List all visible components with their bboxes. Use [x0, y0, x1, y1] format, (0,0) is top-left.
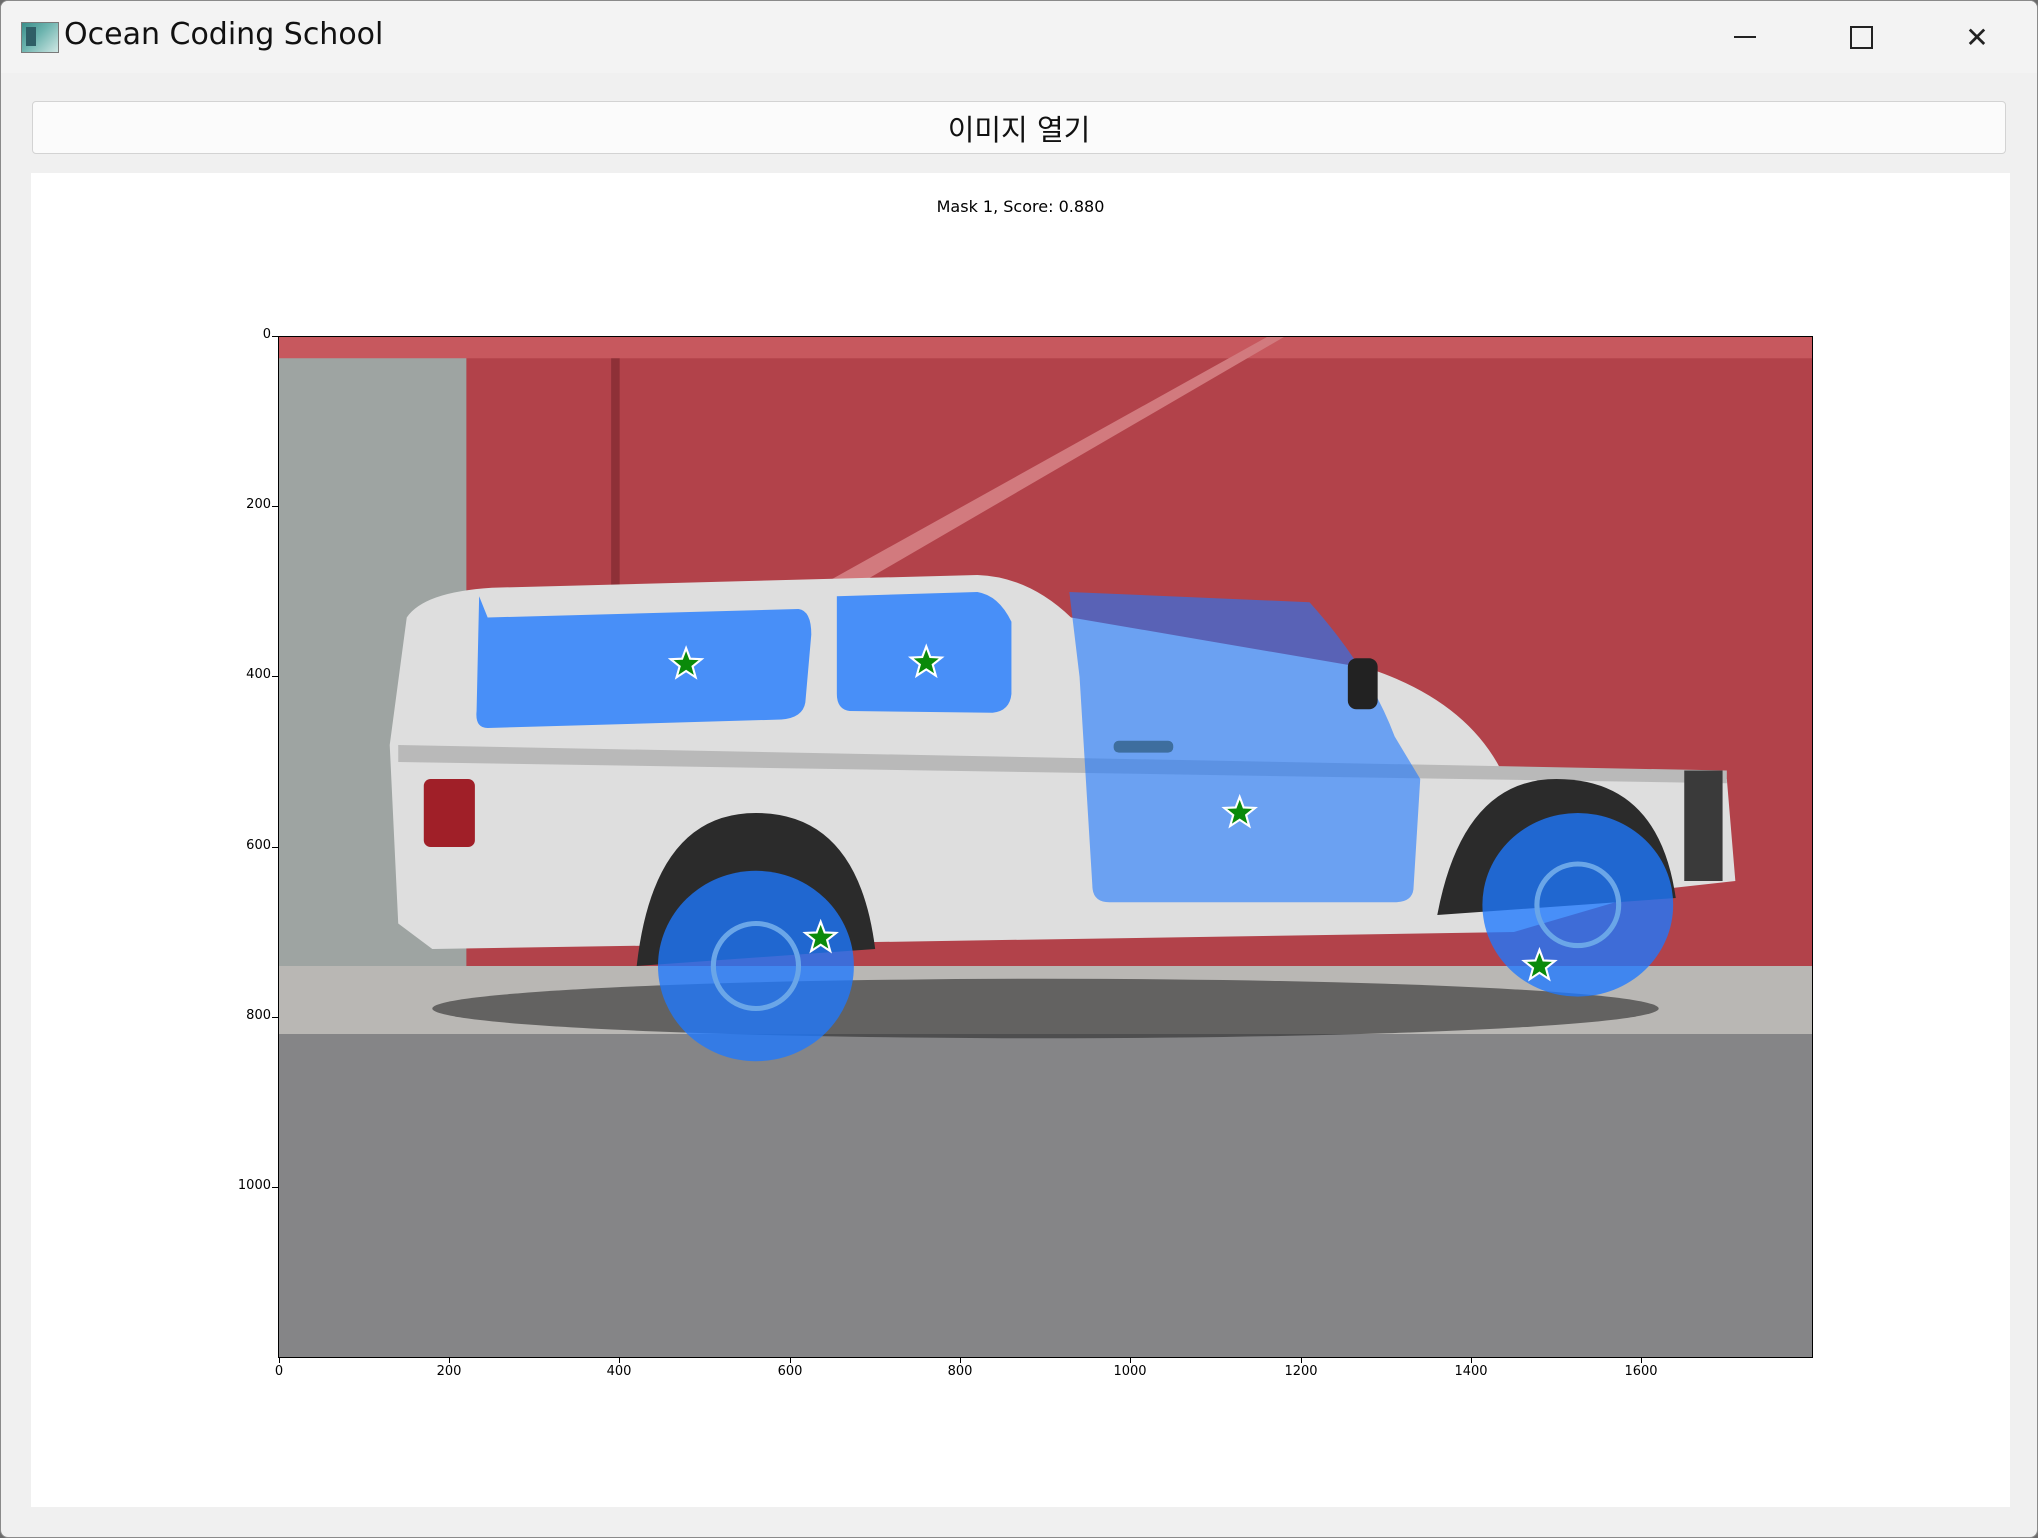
photo-with-mask-overlay — [279, 337, 1812, 1357]
minimize-icon — [1734, 36, 1756, 38]
x-tick-label: 1200 — [1284, 1364, 1318, 1379]
y-tick-label: 600 — [246, 838, 271, 853]
plot-title: Mask 1, Score: 0.880 — [936, 197, 1105, 216]
side-mirror — [1347, 658, 1378, 710]
minimize-button[interactable] — [1687, 1, 1803, 73]
y-tick-label: 400 — [246, 667, 271, 682]
truck-shadow — [432, 978, 1659, 1039]
x-tick-label: 1600 — [1624, 1364, 1658, 1379]
x-tick-label: 1400 — [1454, 1364, 1488, 1379]
mask-front-wheel — [1482, 813, 1674, 997]
door-handle — [1113, 740, 1174, 753]
y-tick-label: 0 — [262, 327, 271, 342]
mask-rear-wheel — [657, 870, 854, 1062]
figure-canvas: Mask 1, Score: 0.880 0 200 400 600 800 1… — [31, 173, 2010, 1507]
title-bar[interactable]: Ocean Coding School ✕ — [1, 1, 2037, 73]
x-tick-label: 1000 — [1113, 1364, 1147, 1379]
x-tick-label: 400 — [606, 1364, 632, 1379]
wall-top — [279, 337, 1812, 359]
open-image-button[interactable]: 이미지 열기 — [32, 101, 2006, 154]
window-title: Ocean Coding School — [64, 17, 384, 52]
plot-axes — [278, 336, 1813, 1358]
tail-light — [423, 779, 475, 847]
y-tick-label: 800 — [246, 1008, 271, 1023]
x-tick-label: 600 — [777, 1364, 803, 1379]
close-button[interactable]: ✕ — [1919, 1, 2035, 73]
x-tick-label: 200 — [436, 1364, 462, 1379]
y-tick-label: 1000 — [237, 1178, 271, 1193]
maximize-button[interactable] — [1803, 1, 1919, 73]
y-tick-label: 200 — [246, 497, 271, 512]
street-shade — [279, 1034, 1812, 1357]
close-icon: ✕ — [1965, 20, 1989, 54]
x-tick-label: 800 — [947, 1364, 973, 1379]
wall-pillar — [611, 337, 620, 592]
front-bumper — [1684, 770, 1723, 881]
maximize-icon — [1849, 25, 1873, 49]
app-window: Ocean Coding School ✕ 이미지 열기 Mask 1, Sco… — [0, 0, 2038, 1538]
x-tick-label: 0 — [274, 1364, 284, 1379]
app-image-icon — [21, 22, 59, 53]
